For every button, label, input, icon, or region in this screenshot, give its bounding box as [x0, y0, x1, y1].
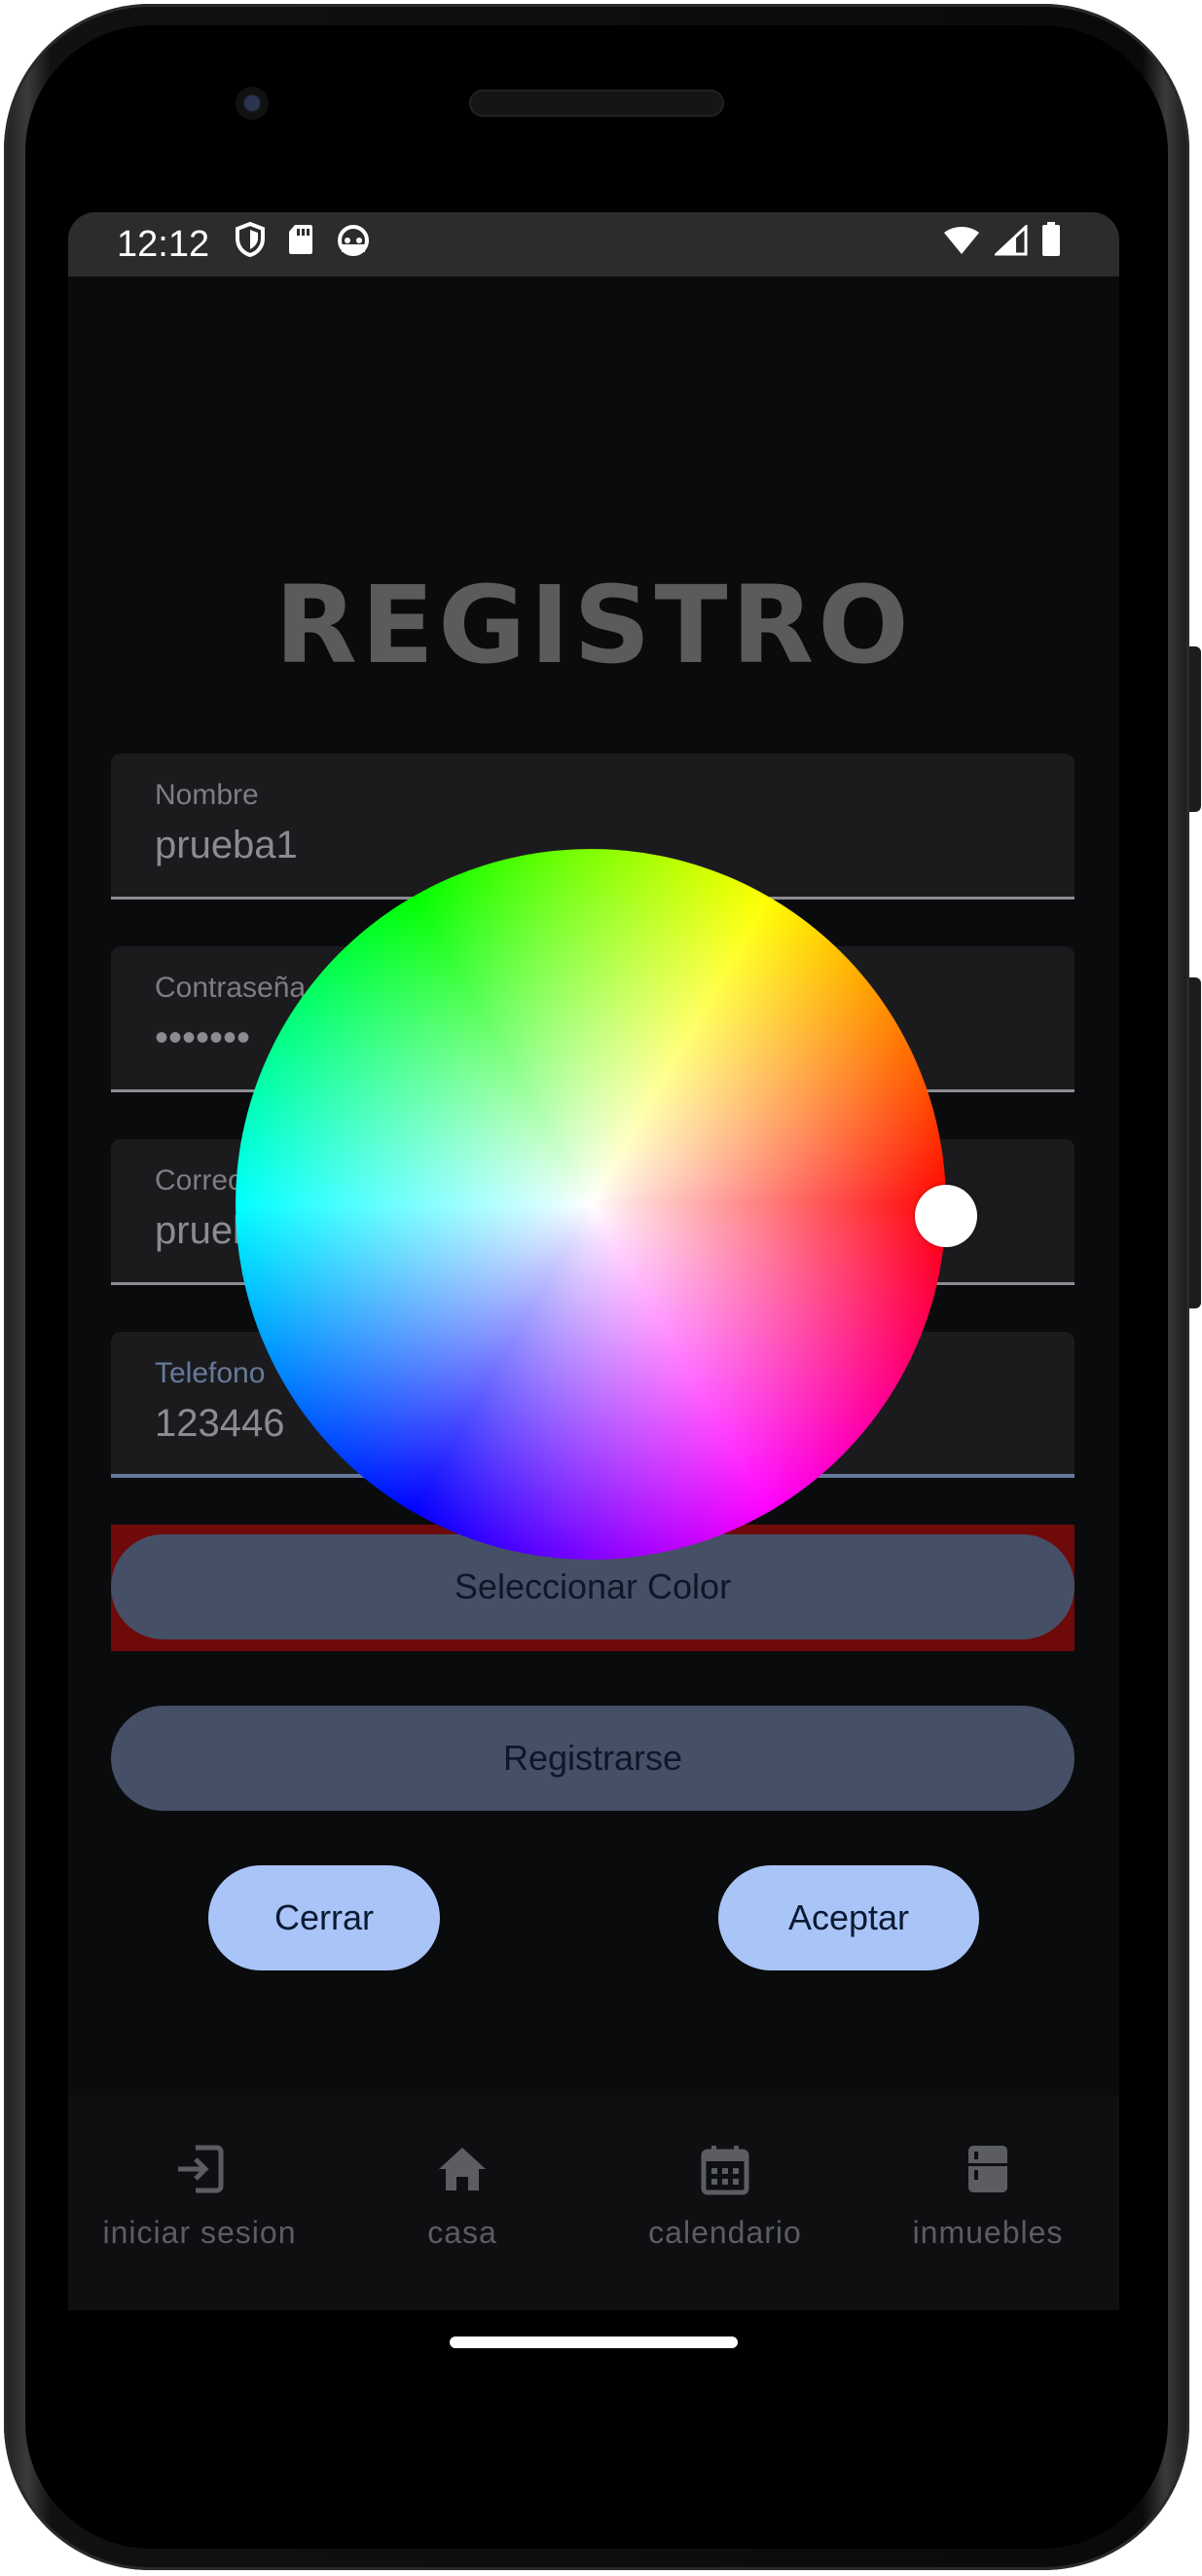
status-time: 12:12 [117, 223, 210, 265]
status-bar: 12:12 [68, 212, 1119, 276]
color-wheel[interactable] [236, 849, 946, 1560]
nav-item-casa[interactable]: casa [331, 2095, 594, 2310]
fridge-icon [961, 2142, 1015, 2201]
nav-label-casa: casa [427, 2215, 497, 2250]
color-picker[interactable] [236, 849, 977, 1560]
app-screen: 12:12 REGISTRO Nombre prueba1 Contraseña… [68, 212, 1119, 2310]
sd-card-icon [287, 223, 314, 266]
earpiece-speaker [469, 90, 724, 117]
nav-label-calendario: calendario [648, 2215, 802, 2250]
nav-label-inmuebles: inmuebles [912, 2215, 1064, 2250]
login-icon [172, 2142, 227, 2201]
nav-item-iniciar-sesion[interactable]: iniciar sesion [68, 2095, 331, 2310]
close-button[interactable]: Cerrar [208, 1865, 440, 1970]
front-camera [236, 87, 269, 120]
shield-icon [235, 221, 266, 267]
nav-item-calendario[interactable]: calendario [594, 2095, 856, 2310]
nav-label-iniciar-sesion: iniciar sesion [102, 2215, 297, 2250]
correo-label: Correo [155, 1164, 244, 1196]
signal-icon [993, 223, 1028, 266]
color-selector-handle[interactable] [915, 1185, 977, 1247]
nombre-label: Nombre [155, 779, 259, 811]
wifi-icon [942, 224, 981, 266]
bottom-navigation: iniciar sesion casa calendario inmuebles [68, 2095, 1119, 2310]
power-button [1189, 646, 1201, 812]
calendar-icon [698, 2142, 752, 2201]
register-button[interactable]: Registrarse [111, 1706, 1075, 1811]
page-title: REGISTRO [274, 563, 913, 687]
android-icon [336, 223, 371, 266]
home-indicator[interactable] [450, 2337, 738, 2348]
nav-item-inmuebles[interactable]: inmuebles [856, 2095, 1119, 2310]
volume-button [1189, 977, 1201, 1308]
battery-icon [1041, 222, 1061, 267]
home-icon [435, 2142, 490, 2201]
accept-button[interactable]: Aceptar [718, 1865, 979, 1970]
